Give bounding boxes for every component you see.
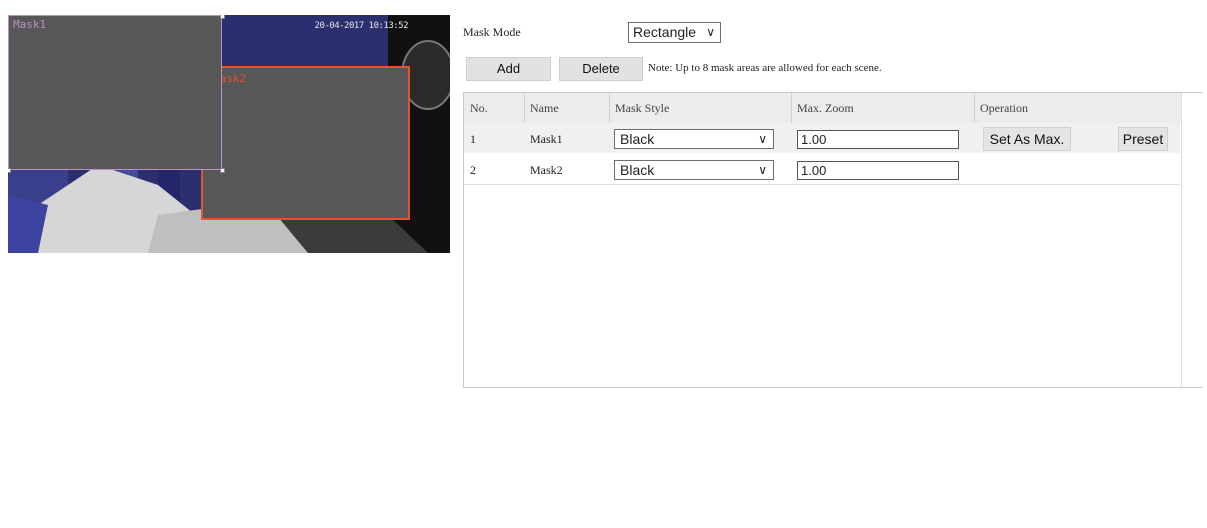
column-separator <box>609 93 610 123</box>
chevron-down-icon: ∨ <box>706 25 715 39</box>
row-name: Mask1 <box>530 132 563 146</box>
mask-style-value: Black <box>620 162 655 178</box>
column-header-operation: Operation <box>980 101 1028 115</box>
mask-mode-label: Mask Mode <box>463 25 521 39</box>
delete-button[interactable]: Delete <box>559 57 643 81</box>
mask-style-select[interactable]: Black ∨ <box>614 160 774 180</box>
resize-handle[interactable] <box>220 15 225 19</box>
max-zoom-input[interactable]: 1.00 <box>797 161 959 180</box>
mask-region-label: Mask1 <box>13 18 47 31</box>
mask-table: No. Name Mask Style Max. Zoom Operation … <box>463 92 1202 388</box>
mask-region-1[interactable]: Mask1 <box>8 15 222 170</box>
note-text: Note: Up to 8 mask areas are allowed for… <box>648 62 882 74</box>
preset-button[interactable]: Preset <box>1118 127 1168 151</box>
chevron-down-icon: ∨ <box>758 163 767 177</box>
column-separator <box>524 93 525 123</box>
table-row[interactable]: 2 Mask2 Black ∨ 1.00 <box>464 154 1180 185</box>
resize-handle[interactable] <box>220 168 225 173</box>
column-separator <box>974 93 975 123</box>
column-header-name: Name <box>530 101 559 115</box>
max-zoom-input[interactable]: 1.00 <box>797 130 959 149</box>
column-header-max-zoom: Max. Zoom <box>797 101 854 115</box>
column-header-mask-style: Mask Style <box>615 101 670 115</box>
resize-handle[interactable] <box>8 168 11 173</box>
table-row[interactable]: 1 Mask1 Black ∨ 1.00 Set As Max. Preset <box>464 123 1180 153</box>
set-as-max-button[interactable]: Set As Max. <box>983 127 1071 151</box>
mask-style-value: Black <box>620 131 655 147</box>
chevron-down-icon: ∨ <box>758 132 767 146</box>
row-number: 2 <box>470 163 476 177</box>
column-header-no: No. <box>470 101 488 115</box>
add-button[interactable]: Add <box>466 57 551 81</box>
mask-mode-value: Rectangle <box>633 24 697 40</box>
column-separator <box>791 93 792 123</box>
video-preview[interactable]: 20-04-2017 10:13:52 Mask2 Mask1 <box>8 15 450 253</box>
osd-timestamp: 20-04-2017 10:13:52 <box>314 21 409 31</box>
mask-style-select[interactable]: Black ∨ <box>614 129 774 149</box>
mask-mode-select[interactable]: Rectangle ∨ <box>628 22 721 43</box>
row-number: 1 <box>470 132 476 146</box>
table-header: No. Name Mask Style Max. Zoom Operation <box>464 93 1181 123</box>
mask-region-2[interactable]: Mask2 <box>201 66 410 220</box>
scroll-gutter <box>1181 93 1202 387</box>
row-name: Mask2 <box>530 163 563 177</box>
